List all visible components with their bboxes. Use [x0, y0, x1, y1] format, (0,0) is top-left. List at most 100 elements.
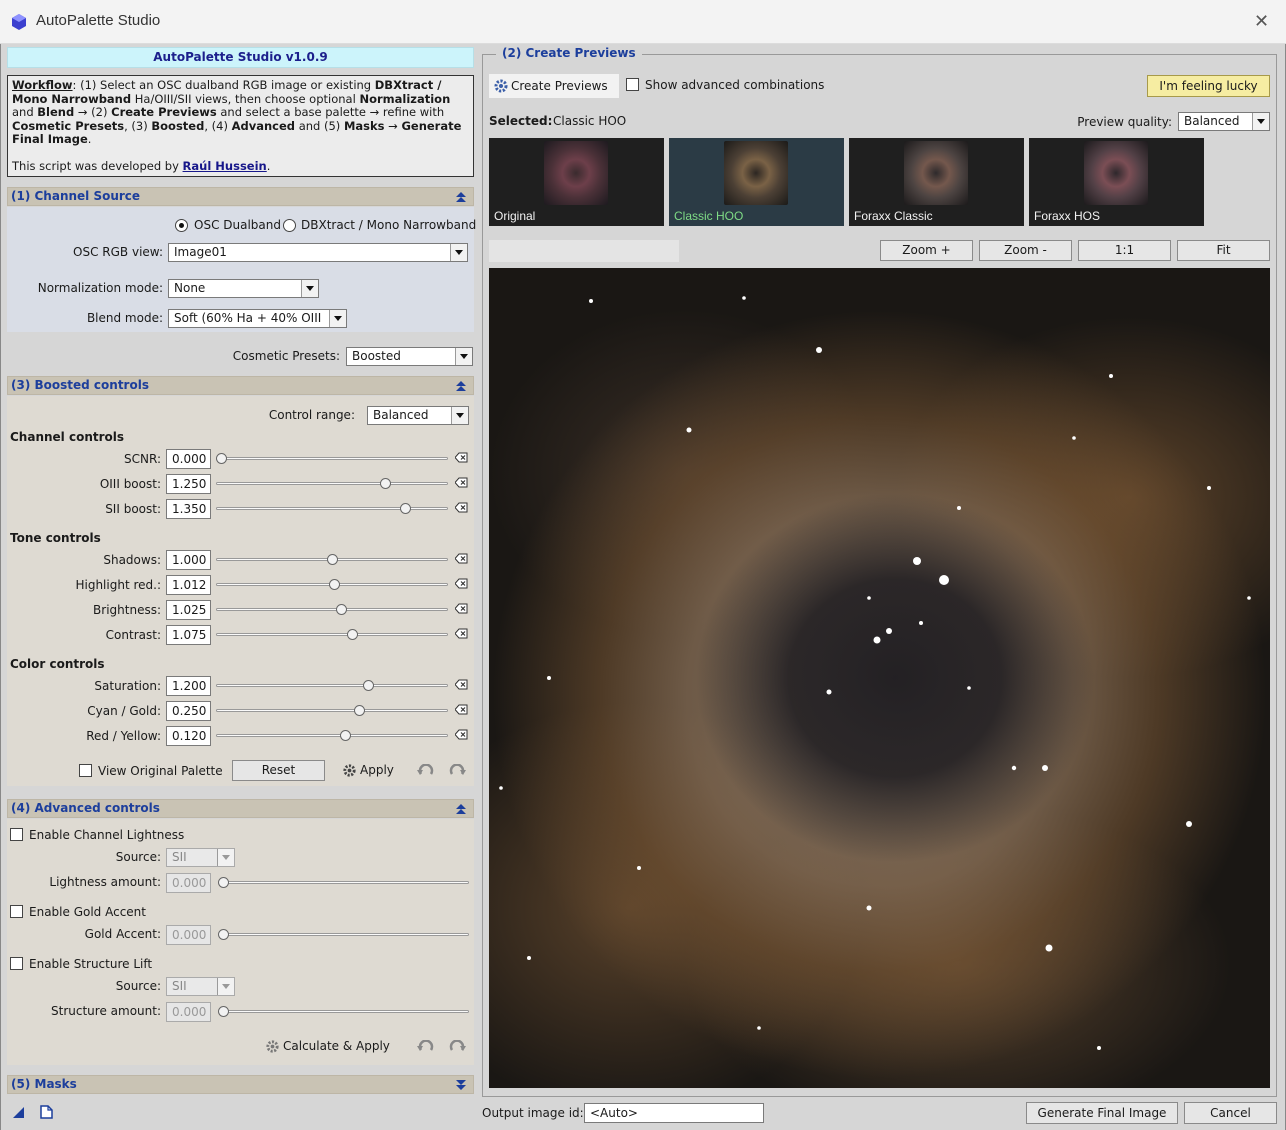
- developer-link[interactable]: Raúl Hussein: [183, 159, 267, 173]
- blend-mode-select[interactable]: Soft (60% Ha + 40% OIII: [168, 309, 347, 328]
- lightness-source-select[interactable]: SII: [166, 848, 235, 867]
- slider-handle[interactable]: [340, 730, 351, 741]
- reset-value-icon[interactable]: [455, 502, 468, 513]
- show-advanced-combinations-checkbox[interactable]: [626, 78, 639, 91]
- new-instance-icon[interactable]: [12, 1106, 25, 1119]
- dbxtract-radio[interactable]: [283, 219, 296, 232]
- calculate-apply-button[interactable]: Calculate & Apply: [265, 1038, 390, 1056]
- reset-value-icon[interactable]: [455, 628, 468, 639]
- slider-value-field[interactable]: 1.200: [166, 676, 211, 696]
- normalization-select[interactable]: None: [168, 279, 319, 298]
- reset-value-icon[interactable]: [455, 477, 468, 488]
- create-previews-button[interactable]: Create Previews: [489, 74, 619, 98]
- redo-icon[interactable]: [448, 1040, 466, 1054]
- undo-icon[interactable]: [417, 764, 435, 778]
- slider-handle[interactable]: [336, 604, 347, 615]
- lightness-amount-label: Lightness amount:: [49, 875, 161, 889]
- zoom-1to1-button[interactable]: 1:1: [1078, 240, 1171, 261]
- reset-value-icon[interactable]: [455, 679, 468, 690]
- structure-amount-field[interactable]: 0.000: [166, 1002, 211, 1022]
- generate-final-image-button[interactable]: Generate Final Image: [1026, 1102, 1178, 1124]
- thumb-original[interactable]: Original: [489, 138, 664, 226]
- slider-track[interactable]: [216, 457, 448, 460]
- slider-track[interactable]: [216, 608, 448, 611]
- reset-value-icon[interactable]: [455, 553, 468, 564]
- slider-value-field[interactable]: 0.000: [166, 449, 211, 469]
- slider-track[interactable]: [216, 709, 448, 712]
- expand-icon[interactable]: [455, 1079, 467, 1091]
- zoom-in-button[interactable]: Zoom +: [880, 240, 973, 261]
- collapse-icon[interactable]: [455, 803, 467, 815]
- cancel-button[interactable]: Cancel: [1184, 1102, 1277, 1124]
- feeling-lucky-button[interactable]: I'm feeling lucky: [1147, 75, 1270, 97]
- undo-icon[interactable]: [417, 1040, 435, 1054]
- collapse-icon[interactable]: [455, 380, 467, 392]
- control-range-select[interactable]: Balanced: [367, 406, 469, 425]
- structure-source-select[interactable]: SII: [166, 977, 235, 996]
- output-image-id-field[interactable]: <Auto>: [584, 1103, 764, 1123]
- lightness-amount-slider[interactable]: [219, 881, 469, 884]
- slider-track[interactable]: [216, 482, 448, 485]
- slider-handle[interactable]: [354, 705, 365, 716]
- slider-handle[interactable]: [216, 453, 227, 464]
- slider-track[interactable]: [216, 734, 448, 737]
- cosmetic-presets-select[interactable]: Boosted: [346, 347, 473, 366]
- view-original-palette-checkbox[interactable]: [79, 764, 92, 777]
- boosted-controls-header[interactable]: (3) Boosted controls: [7, 376, 474, 395]
- lightness-amount-handle[interactable]: [218, 877, 229, 888]
- gold-accent-slider[interactable]: [219, 933, 469, 936]
- slider-handle[interactable]: [347, 629, 358, 640]
- enable-gold-accent-checkbox[interactable]: [10, 905, 23, 918]
- osc-view-select[interactable]: Image01: [168, 243, 468, 262]
- close-window-icon[interactable]: ✕: [1254, 12, 1269, 32]
- slider-label: Red / Yellow:: [86, 729, 161, 743]
- advanced-controls-header[interactable]: (4) Advanced controls: [7, 799, 474, 818]
- thumb-foraxx-hos[interactable]: Foraxx HOS: [1029, 138, 1204, 226]
- collapse-icon[interactable]: [455, 191, 467, 203]
- lightness-amount-field[interactable]: 0.000: [166, 873, 211, 893]
- slider-value-field[interactable]: 0.120: [166, 726, 211, 746]
- enable-structure-lift-checkbox[interactable]: [10, 957, 23, 970]
- slider-value-field[interactable]: 1.075: [166, 625, 211, 645]
- slider-label: SII boost:: [105, 502, 161, 516]
- reset-value-icon[interactable]: [455, 729, 468, 740]
- osc-dualband-radio[interactable]: [175, 219, 188, 232]
- slider-handle[interactable]: [380, 478, 391, 489]
- reset-value-icon[interactable]: [455, 603, 468, 614]
- slider-track[interactable]: [216, 684, 448, 687]
- masks-header[interactable]: (5) Masks: [7, 1075, 474, 1094]
- document-icon[interactable]: [40, 1105, 53, 1119]
- gold-accent-field[interactable]: 0.000: [166, 925, 211, 945]
- slider-value-field[interactable]: 0.250: [166, 701, 211, 721]
- zoom-out-button[interactable]: Zoom -: [979, 240, 1072, 261]
- slider-value-field[interactable]: 1.000: [166, 550, 211, 570]
- preview-image[interactable]: [489, 268, 1270, 1088]
- slider-track[interactable]: [216, 633, 448, 636]
- slider-value-field[interactable]: 1.350: [166, 499, 211, 519]
- slider-handle[interactable]: [363, 680, 374, 691]
- zoom-fit-button[interactable]: Fit: [1177, 240, 1270, 261]
- apply-button[interactable]: Apply: [342, 762, 402, 780]
- structure-source-label: Source:: [115, 979, 161, 993]
- structure-amount-slider[interactable]: [219, 1010, 469, 1013]
- structure-amount-handle[interactable]: [218, 1006, 229, 1017]
- slider-label: Highlight red.:: [75, 578, 161, 592]
- reset-value-icon[interactable]: [455, 704, 468, 715]
- slider-value-field[interactable]: 1.250: [166, 474, 211, 494]
- thumb-foraxx-classic[interactable]: Foraxx Classic: [849, 138, 1024, 226]
- slider-handle[interactable]: [400, 503, 411, 514]
- slider-value-field[interactable]: 1.025: [166, 600, 211, 620]
- reset-button[interactable]: Reset: [232, 760, 325, 781]
- reset-value-icon[interactable]: [455, 578, 468, 589]
- gold-accent-handle[interactable]: [218, 929, 229, 940]
- thumb-classic-hoo[interactable]: Classic HOO: [669, 138, 844, 226]
- redo-icon[interactable]: [448, 764, 466, 778]
- slider-handle[interactable]: [329, 579, 340, 590]
- slider-track[interactable]: [216, 507, 448, 510]
- preview-quality-select[interactable]: Balanced: [1178, 112, 1270, 131]
- slider-handle[interactable]: [327, 554, 338, 565]
- reset-value-icon[interactable]: [455, 452, 468, 463]
- slider-value-field[interactable]: 1.012: [166, 575, 211, 595]
- enable-channel-lightness-checkbox[interactable]: [10, 828, 23, 841]
- channel-source-header[interactable]: (1) Channel Source: [7, 187, 474, 206]
